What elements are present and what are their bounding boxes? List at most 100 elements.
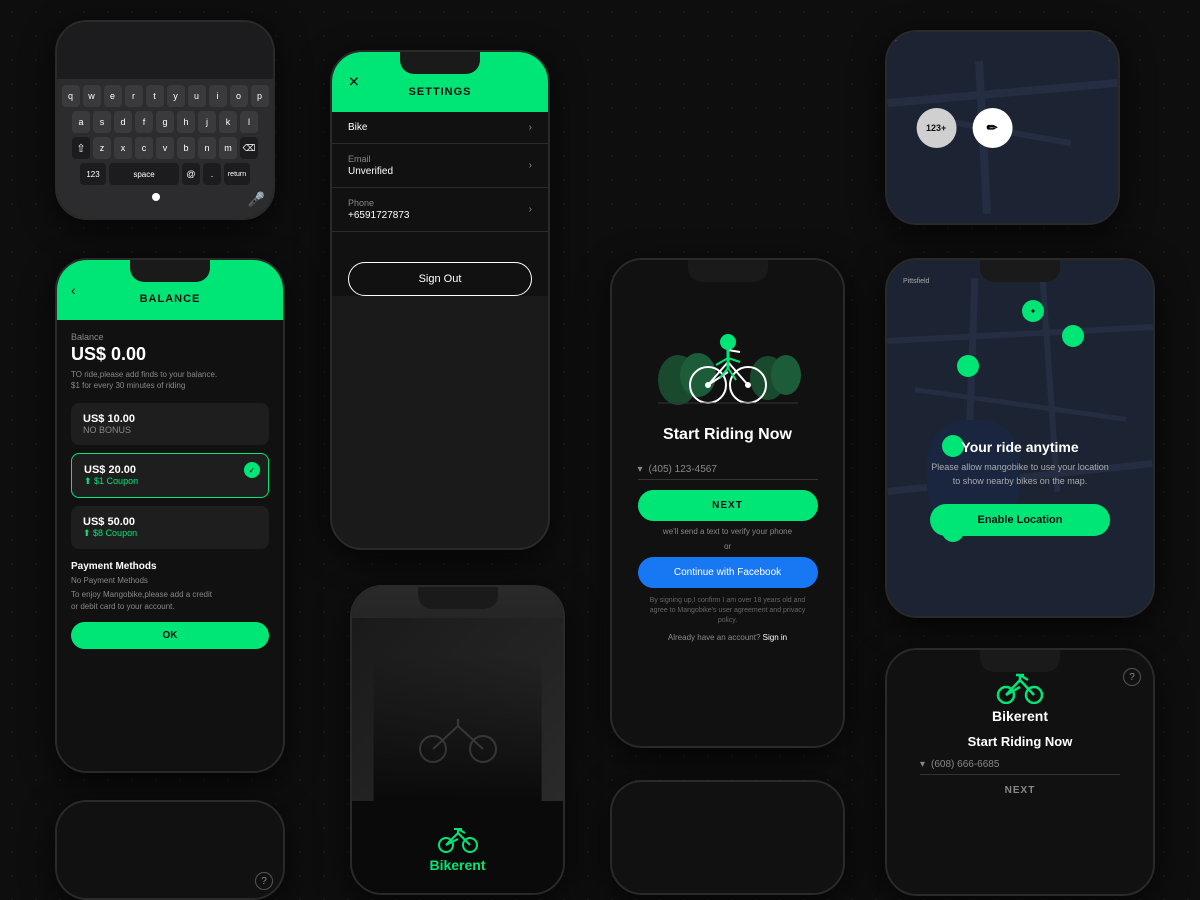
bottom-mid-screen [612,782,843,893]
card-bonus-10: NO BONUS [83,425,257,435]
phone-bottom-mid [610,780,845,895]
settings-email-row[interactable]: Email Unverified › [348,154,532,177]
key-q[interactable]: q [62,85,80,107]
balance-card-50[interactable]: US$ 50.00 ⬆ $8 Coupon [71,506,269,549]
map-pin-1[interactable] [1022,300,1044,322]
settings-bike-value: Bike [348,122,367,133]
balance-description: TO ride,please add finds to your balance… [71,369,269,391]
key-v[interactable]: v [156,137,174,159]
settings-email-chevron: › [529,160,532,171]
balance-card-20[interactable]: ✓ US$ 20.00 ⬆ $1 Coupon [71,453,269,498]
key-r[interactable]: r [125,85,143,107]
key-s[interactable]: s [93,111,111,133]
key-p[interactable]: p [251,85,269,107]
bikerent-screen: ? Bikerent Start Riding Now ▾ (608) 666-… [887,650,1153,894]
next-button[interactable]: NEXT [638,490,818,521]
settings-phone-row[interactable]: Phone +6591727873 › [348,198,532,221]
microphone-icon[interactable]: 🎤 [248,191,265,208]
card-price-20: US$ 20.00 [84,464,256,476]
sign-out-button[interactable]: Sign Out [348,262,532,296]
bikerent-phone-row: ▾ (608) 666-6685 [920,759,1120,775]
settings-email-value: Unverified [348,166,393,177]
keyboard-row-3: ⇧ z x c v b n m ⌫ [61,137,269,159]
settings-phone-label: Phone [348,198,409,208]
keyboard-area: q w e r t y u i o p a s d f g h j k l [57,79,273,218]
key-i[interactable]: i [209,85,227,107]
help-icon[interactable]: ? [1123,668,1141,686]
key-d[interactable]: d [114,111,132,133]
key-shift[interactable]: ⇧ [72,137,90,159]
card-check-icon: ✓ [244,462,260,478]
facebook-button[interactable]: Continue with Facebook [638,557,818,588]
phone-notch-splash [418,587,498,609]
map-user-icon[interactable]: 123+ [916,108,956,148]
signin-link[interactable]: Sign in [763,633,787,642]
keyboard-row-4: 123 space @ . return [61,163,269,185]
key-n[interactable]: n [198,137,216,159]
key-u[interactable]: u [188,85,206,107]
close-button[interactable]: ✕ [348,74,360,91]
bikerent-next-button[interactable]: NEXT [1005,785,1036,796]
map-pin-3[interactable] [957,355,979,377]
keyboard-row-1: q w e r t y u i o p [61,85,269,107]
key-c[interactable]: c [135,137,153,159]
settings-phone-value: +6591727873 [348,210,409,221]
enable-location-button[interactable]: Enable Location [930,504,1111,536]
key-m[interactable]: m [219,137,237,159]
map-edit-icon[interactable]: ✏ [972,108,1012,148]
key-w[interactable]: w [83,85,101,107]
help-icon-bottom[interactable]: ? [255,872,273,890]
signin-text: Already have an account? Sign in [668,633,787,642]
balance-body: Balance US$ 0.00 TO ride,please add find… [57,320,283,771]
key-t[interactable]: t [146,85,164,107]
key-b[interactable]: b [177,137,195,159]
settings-email-section: Email Unverified › [332,144,548,188]
key-g[interactable]: g [156,111,174,133]
settings-phone-section: Phone +6591727873 › [332,188,548,232]
settings-email-label: Email [348,154,393,164]
phone-bikerent: ? Bikerent Start Riding Now ▾ (608) 666-… [885,648,1155,896]
key-f[interactable]: f [135,111,153,133]
splash-logo-text: Bikerent [429,857,485,873]
key-backspace[interactable]: ⌫ [240,137,258,159]
card-coupon-20: ⬆ $1 Coupon [84,476,256,487]
key-l[interactable]: l [240,111,258,133]
bottom-left-screen: ? [57,802,283,898]
phone-bottom-left: ? [55,800,285,900]
key-j[interactable]: j [198,111,216,133]
key-z[interactable]: z [93,137,111,159]
key-a[interactable]: a [72,111,90,133]
key-space[interactable]: space [109,163,179,185]
bikerent-country-dropdown[interactable]: ▾ [920,759,925,770]
key-x[interactable]: x [114,137,132,159]
balance-amount: US$ 0.00 [71,344,269,365]
country-dropdown[interactable]: ▾ [638,464,643,475]
key-123[interactable]: 123 [80,163,106,185]
ride-illustration [648,290,808,410]
key-return[interactable]: return [224,163,250,185]
balance-back-button[interactable]: ‹ [71,282,76,298]
balance-card-10[interactable]: US$ 10.00 NO BONUS [71,403,269,445]
key-e[interactable]: e [104,85,122,107]
ride-screen: Start Riding Now ▾ (405) 123-4567 NEXT w… [612,260,843,746]
bikerent-phone-input[interactable]: (608) 666-6685 [931,759,1120,770]
key-o[interactable]: o [230,85,248,107]
map-overlay-title: Your ride anytime [907,439,1133,455]
phone-input-row: ▾ (405) 123-4567 [638,464,818,480]
phone-notch [400,52,480,74]
map-pin-2[interactable] [1062,325,1084,347]
key-h[interactable]: h [177,111,195,133]
key-dot[interactable]: . [203,163,221,185]
settings-bike-row[interactable]: Bike › [348,122,532,133]
ride-title: Start Riding Now [663,426,792,444]
phone-notch-map [980,260,1060,282]
phone-number-input[interactable]: (405) 123-4567 [649,464,818,475]
or-text: or [724,542,731,551]
map-full-screen: Pittsfield Your ride anytime Please allo… [887,260,1153,616]
phone-settings: ✕ SETTINGS Bike › Email Unverified › Pho… [330,50,550,550]
key-at[interactable]: @ [182,163,200,185]
key-y[interactable]: y [167,85,185,107]
ok-button[interactable]: OK [71,622,269,649]
key-k[interactable]: k [219,111,237,133]
phone-notch-bikerent [980,650,1060,672]
